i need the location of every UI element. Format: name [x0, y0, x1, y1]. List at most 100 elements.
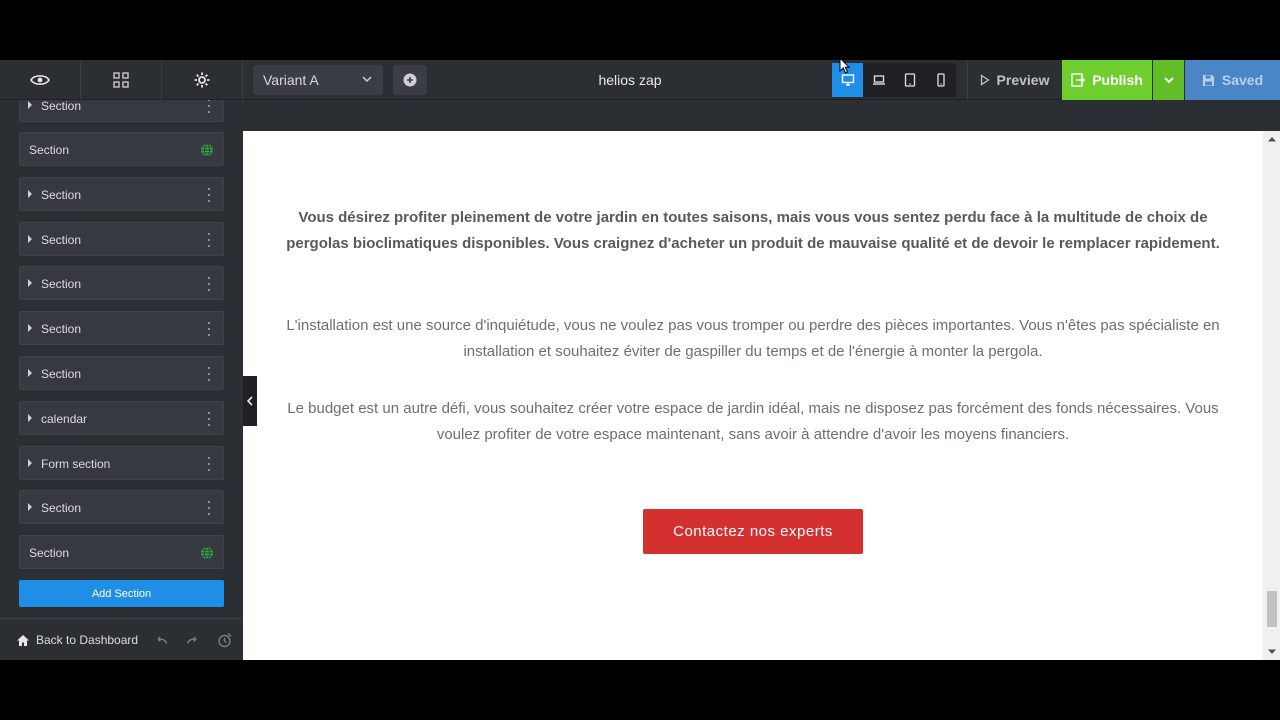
device-laptop-button[interactable]	[863, 63, 894, 97]
more-options-icon[interactable]	[208, 100, 211, 113]
expand-caret-icon[interactable]	[28, 369, 32, 377]
video-letterbox-bottom	[0, 660, 1280, 720]
editor-canvas-area: Vous désirez profiter pleinement de votr…	[243, 100, 1280, 660]
more-options-icon[interactable]	[208, 501, 211, 515]
chevron-down-icon	[362, 76, 372, 83]
more-options-icon[interactable]	[208, 367, 211, 381]
history-button[interactable]	[213, 619, 237, 660]
paragraph-installation[interactable]: L'installation est une source d'inquiétu…	[273, 313, 1233, 365]
scroll-down-arrow[interactable]	[1263, 644, 1280, 660]
global-section-item[interactable]: Section	[19, 132, 224, 166]
section-label: Section	[41, 322, 82, 336]
desktop-icon	[841, 74, 854, 86]
undo-button[interactable]	[149, 619, 173, 660]
preview-label: Preview	[996, 72, 1050, 88]
undo-icon	[157, 636, 168, 644]
section-label: Form section	[41, 457, 111, 471]
arrow-down-icon	[1267, 649, 1276, 654]
expand-caret-icon[interactable]	[28, 279, 32, 287]
variant-label: Variant A	[263, 72, 319, 88]
expand-caret-icon[interactable]	[28, 324, 32, 332]
section-item[interactable]: Section	[19, 266, 224, 300]
visibility-toggle[interactable]	[0, 60, 81, 100]
section-label: calendar	[41, 412, 88, 426]
section-item-form[interactable]: Form section	[19, 446, 224, 480]
section-label: Section	[41, 188, 82, 202]
publish-options-button[interactable]	[1153, 60, 1184, 100]
eye-icon	[30, 75, 50, 85]
section-label: Section	[41, 501, 82, 515]
sidebar-collapse-handle[interactable]	[243, 376, 257, 426]
laptop-icon	[872, 75, 885, 85]
publish-icon	[1071, 73, 1086, 87]
chevron-left-icon	[247, 396, 253, 406]
section-item[interactable]: Section	[19, 490, 224, 524]
plus-circle-icon	[403, 73, 417, 87]
more-options-icon[interactable]	[208, 412, 211, 426]
mobile-icon	[936, 73, 945, 87]
more-options-icon[interactable]	[208, 322, 211, 336]
arrow-up-icon	[1267, 137, 1276, 142]
section-item[interactable]: Section	[19, 356, 224, 390]
section-item[interactable]: Section	[19, 177, 224, 211]
section-item[interactable]: Section	[19, 222, 224, 256]
publish-button[interactable]: Publish	[1062, 60, 1152, 100]
gear-icon	[194, 72, 210, 88]
paragraph-intro[interactable]: Vous désirez profiter pleinement de votr…	[273, 205, 1233, 257]
section-item[interactable]: Section	[19, 311, 224, 345]
more-options-icon[interactable]	[208, 188, 211, 202]
add-variant-button[interactable]	[393, 65, 427, 95]
device-tablet-button[interactable]	[894, 63, 925, 97]
tablet-icon	[904, 73, 915, 87]
play-icon	[980, 74, 990, 86]
section-label: Section	[41, 277, 82, 291]
settings-toggle[interactable]	[162, 60, 243, 100]
scroll-thumb[interactable]	[1267, 591, 1277, 627]
expand-caret-icon[interactable]	[28, 503, 32, 511]
top-toolbar: Variant A helios zap Preview Publish Sav…	[0, 60, 1280, 100]
expand-caret-icon[interactable]	[28, 190, 32, 198]
preview-button[interactable]: Preview	[967, 60, 1061, 100]
chevron-down-icon	[1163, 77, 1174, 84]
section-item-calendar[interactable]: calendar	[19, 401, 224, 435]
expand-caret-icon[interactable]	[28, 459, 32, 467]
globe-icon	[201, 546, 213, 560]
redo-icon	[186, 636, 197, 644]
add-section-button[interactable]: Add Section	[19, 580, 224, 607]
section-label: Section	[41, 367, 82, 381]
more-options-icon[interactable]	[208, 277, 211, 291]
page-title: helios zap	[598, 72, 662, 88]
more-options-icon[interactable]	[208, 233, 211, 247]
home-icon	[17, 634, 29, 646]
canvas-scrollbar[interactable]	[1263, 131, 1280, 660]
paragraph-budget[interactable]: Le budget est un autre défi, vous souhai…	[273, 396, 1233, 448]
section-label: Section	[41, 233, 82, 247]
save-icon	[1202, 74, 1214, 86]
saved-button[interactable]: Saved	[1185, 60, 1280, 100]
globe-icon	[201, 143, 213, 157]
history-icon	[218, 633, 232, 648]
device-mobile-button[interactable]	[925, 63, 956, 97]
expand-caret-icon[interactable]	[28, 414, 32, 422]
section-label: Section	[41, 100, 82, 113]
widgets-toggle[interactable]	[81, 60, 162, 100]
mouse-cursor-icon	[839, 60, 851, 74]
publish-label: Publish	[1092, 72, 1143, 88]
back-to-dashboard-link[interactable]: Back to Dashboard	[16, 619, 138, 660]
contact-experts-button[interactable]: Contactez nos experts	[643, 509, 863, 554]
page-canvas[interactable]: Vous désirez profiter pleinement de votr…	[243, 131, 1263, 660]
more-options-icon[interactable]	[208, 457, 211, 471]
global-section-item[interactable]: Section	[19, 535, 224, 569]
saved-label: Saved	[1221, 72, 1264, 88]
back-to-dashboard-label: Back to Dashboard	[36, 633, 139, 647]
expand-caret-icon[interactable]	[28, 235, 32, 243]
redo-button[interactable]	[181, 619, 205, 660]
variant-select[interactable]: Variant A	[253, 65, 383, 95]
page-builder-app: Variant A helios zap Preview Publish Sav…	[0, 60, 1280, 660]
expand-caret-icon[interactable]	[28, 101, 32, 109]
grid-icon	[113, 72, 129, 88]
scroll-up-arrow[interactable]	[1263, 131, 1280, 147]
video-letterbox-top	[0, 0, 1280, 60]
sidebar-footer: Back to Dashboard	[0, 618, 243, 660]
section-item[interactable]: Section	[19, 100, 224, 122]
